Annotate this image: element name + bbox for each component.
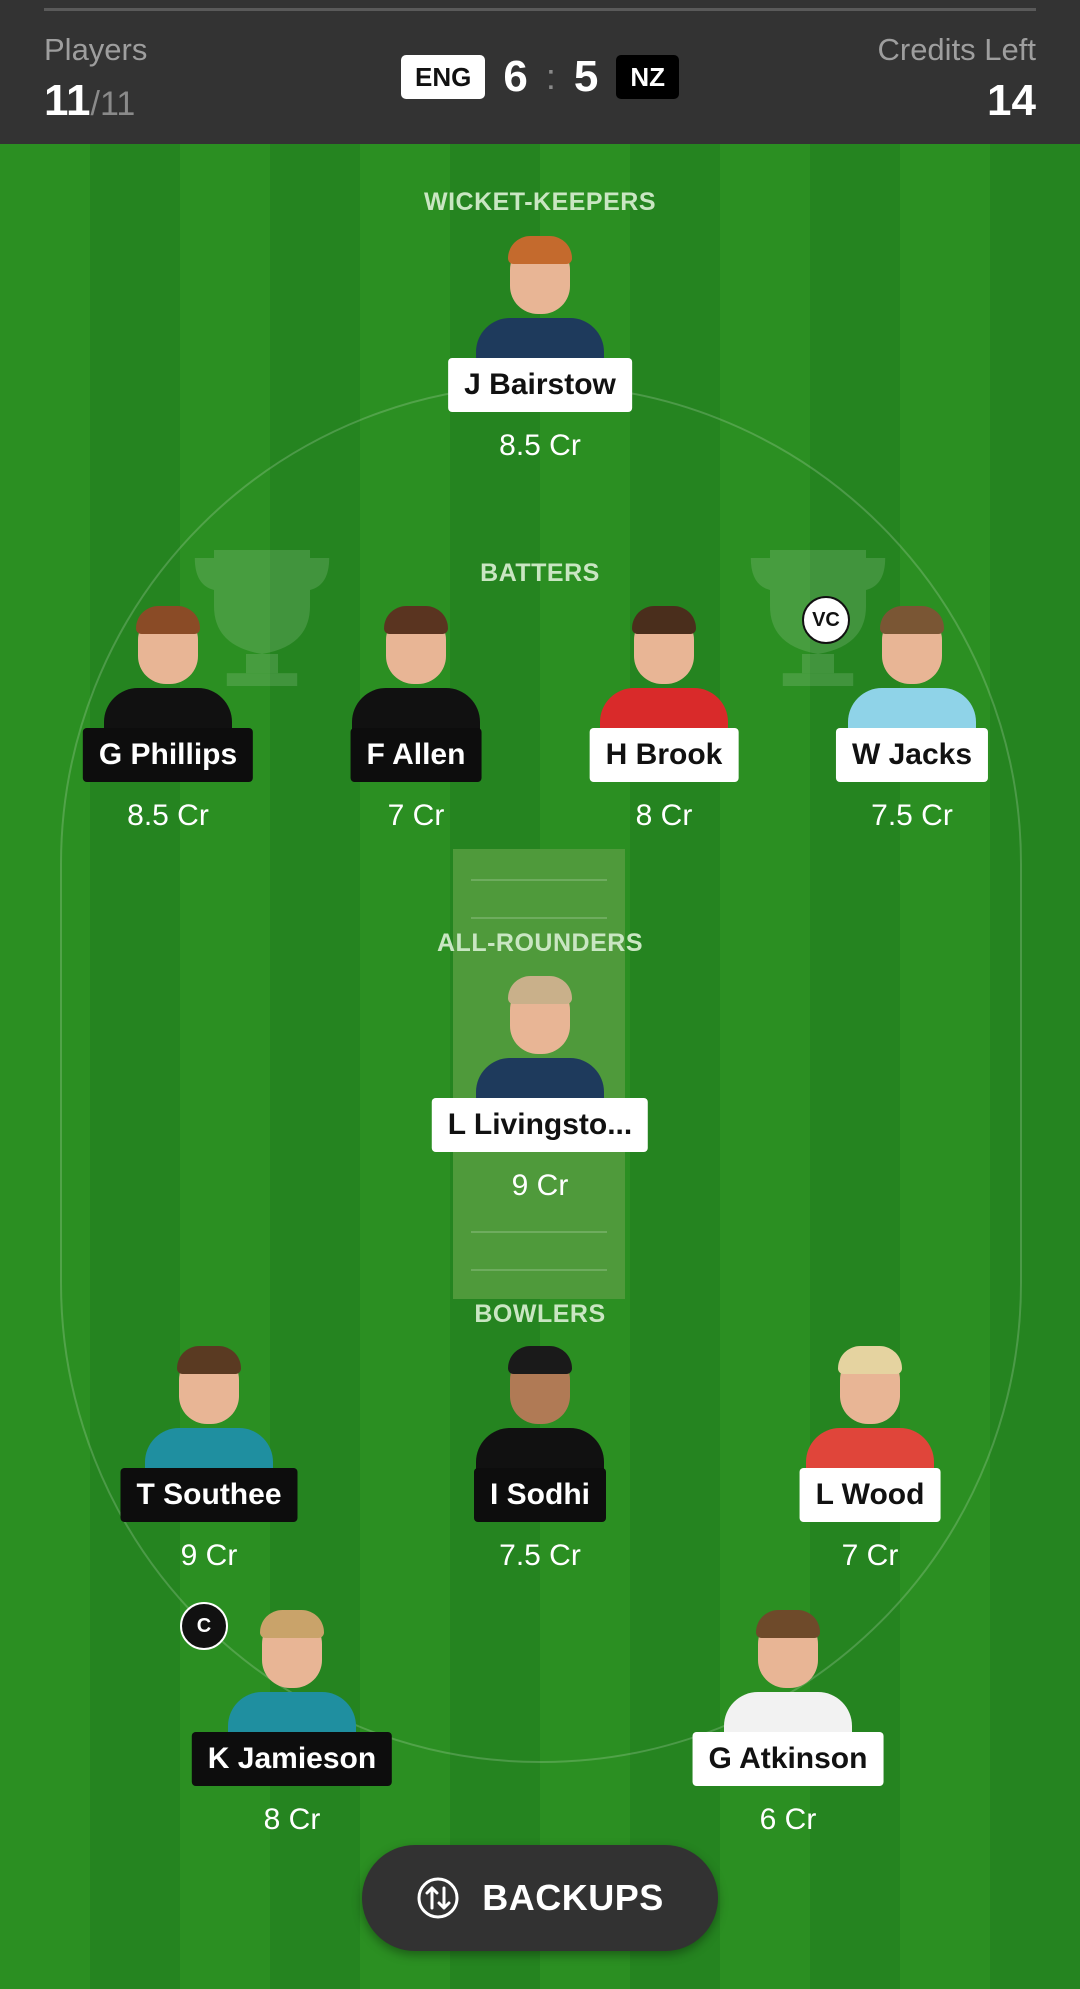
cricket-field: WICKET-KEEPERS BATTERS ALL-ROUNDERS BOWL… — [0, 144, 1080, 1989]
player-card-livingstone[interactable]: L Livingsto... 9 Cr — [430, 976, 650, 1246]
player-card-allen[interactable]: F Allen 7 Cr — [306, 606, 526, 876]
player-card-jamieson[interactable]: K Jamieson 8 Cr — [182, 1610, 402, 1880]
player-avatar — [596, 606, 732, 736]
player-name: K Jamieson — [191, 1732, 393, 1786]
player-name: L Livingsto... — [431, 1098, 649, 1152]
player-name: W Jacks — [835, 728, 989, 782]
player-credits: 8 Cr — [263, 1803, 321, 1836]
player-avatar — [141, 1346, 277, 1476]
credits-value: 14 — [987, 76, 1036, 125]
player-name: T Southee — [120, 1468, 298, 1522]
player-avatar — [100, 606, 236, 736]
player-credits: 9 Cr — [511, 1169, 569, 1202]
player-name: I Sodhi — [474, 1468, 606, 1522]
player-name: G Phillips — [82, 728, 254, 782]
player-avatar — [224, 1610, 360, 1740]
player-card-atkinson[interactable]: G Atkinson 6 Cr — [678, 1610, 898, 1880]
player-card-phillips[interactable]: G Phillips 8.5 Cr — [58, 606, 278, 876]
team1-badge: ENG — [401, 55, 486, 99]
vice-captain-badge: VC — [802, 596, 850, 644]
player-card-bairstow[interactable]: J Bairstow 8.5 Cr — [430, 236, 650, 506]
player-card-brook[interactable]: H Brook 8 Cr — [554, 606, 774, 876]
player-credits: 9 Cr — [180, 1539, 238, 1572]
player-card-wood[interactable]: L Wood 7 Cr — [760, 1346, 980, 1616]
team-header: Players 11/11 ENG 6 : 5 NZ Credits Left … — [0, 0, 1080, 144]
player-credits: 6 Cr — [759, 1803, 817, 1836]
backups-label: BACKUPS — [482, 1877, 664, 1918]
player-card-sodhi[interactable]: I Sodhi 7.5 Cr — [430, 1346, 650, 1616]
credits-label: Credits Left — [877, 32, 1036, 67]
player-name: J Bairstow — [448, 358, 632, 412]
team1-count: 6 — [503, 52, 528, 101]
captain-badge: C — [180, 1602, 228, 1650]
player-name: L Wood — [799, 1468, 941, 1522]
player-avatar — [472, 1346, 608, 1476]
player-avatar — [348, 606, 484, 736]
player-name: G Atkinson — [692, 1732, 884, 1786]
player-avatar — [720, 1610, 856, 1740]
team2-count: 5 — [573, 52, 599, 101]
team2-badge: NZ — [616, 55, 679, 99]
player-credits: 7 Cr — [387, 799, 445, 832]
section-batters: BATTERS — [480, 559, 600, 587]
backups-button[interactable]: BACKUPS — [362, 1845, 718, 1951]
swap-icon — [417, 1877, 459, 1919]
section-bowlers: BOWLERS — [474, 1300, 606, 1328]
score-separator: : — [545, 56, 556, 97]
player-card-southee[interactable]: T Southee 9 Cr — [99, 1346, 319, 1616]
player-credits: 8 Cr — [635, 799, 693, 832]
player-credits: 8.5 Cr — [499, 429, 581, 462]
player-credits: 7.5 Cr — [871, 799, 953, 832]
section-wicket-keepers: WICKET-KEEPERS — [423, 188, 657, 216]
player-avatar — [802, 1346, 938, 1476]
player-name: H Brook — [589, 728, 739, 782]
section-all-rounders: ALL-ROUNDERS — [437, 929, 643, 957]
player-card-jacks[interactable]: W Jacks 7.5 Cr — [802, 606, 1022, 876]
player-credits: 7.5 Cr — [499, 1539, 581, 1572]
player-credits: 8.5 Cr — [127, 799, 209, 832]
player-avatar — [844, 606, 980, 736]
header-divider — [44, 8, 1036, 11]
player-avatar — [472, 976, 608, 1106]
player-name: F Allen — [350, 728, 482, 782]
player-avatar — [472, 236, 608, 366]
player-credits: 7 Cr — [841, 1539, 899, 1572]
